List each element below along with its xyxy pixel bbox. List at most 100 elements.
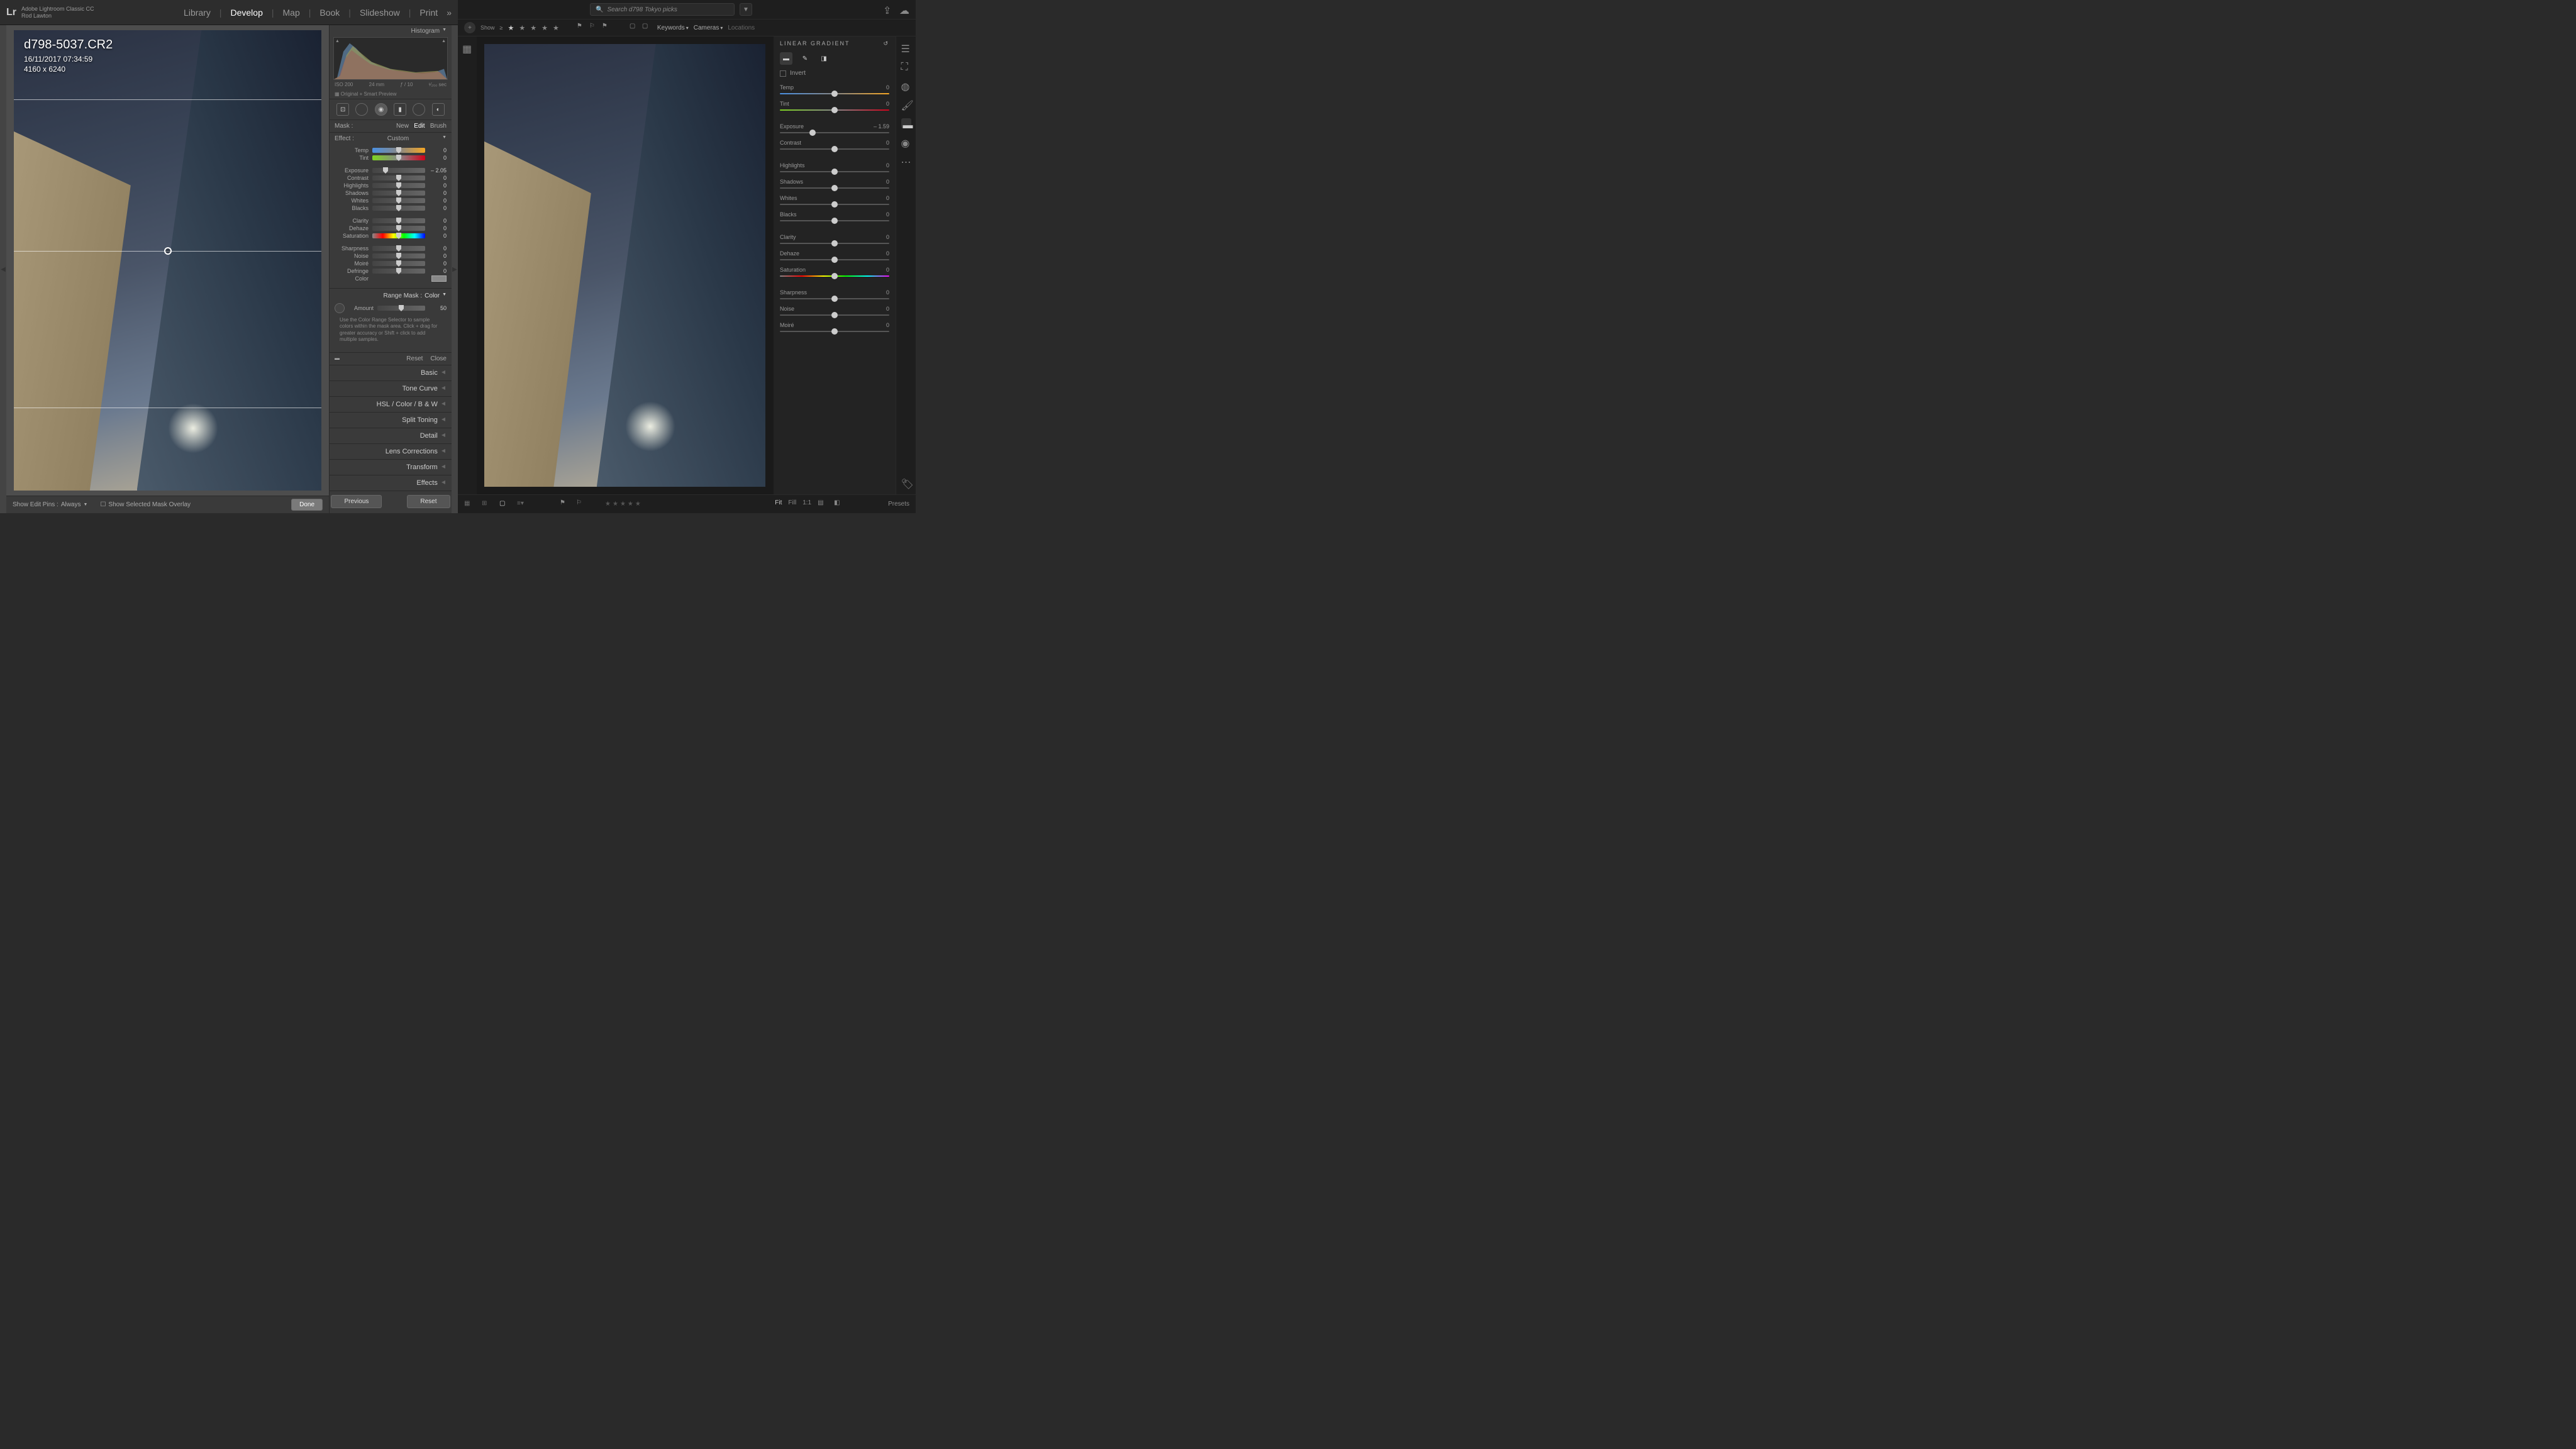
- blacks-value[interactable]: 0: [429, 205, 447, 211]
- sharpness-slider[interactable]: [372, 246, 425, 251]
- reject-footer-icon[interactable]: ⚐: [576, 499, 586, 509]
- temp-value[interactable]: 0: [886, 84, 889, 91]
- crop-icon[interactable]: ⛶: [901, 62, 911, 72]
- moire-slider[interactable]: [372, 261, 425, 266]
- image-area[interactable]: d798-5037.CR2 16/11/2017 07:34:59 4160 x…: [6, 25, 329, 496]
- module-print[interactable]: Print: [419, 8, 438, 18]
- amount-value[interactable]: 50: [429, 305, 447, 311]
- sharpness-value[interactable]: 0: [886, 289, 889, 296]
- module-map[interactable]: Map: [283, 8, 300, 18]
- section-effects[interactable]: Effects◀: [330, 475, 452, 491]
- rating-star-3[interactable]: ★: [620, 501, 626, 508]
- sharpness-value[interactable]: 0: [429, 245, 447, 252]
- flag-pick-icon[interactable]: ⚑: [577, 23, 587, 33]
- crop-tool[interactable]: ⊡: [336, 103, 349, 116]
- shadows-slider[interactable]: [372, 191, 425, 196]
- dropdown-icon[interactable]: ▼: [84, 502, 88, 507]
- reset-icon[interactable]: ↺: [883, 40, 889, 47]
- section-lens[interactable]: Lens Corrections◀: [330, 444, 452, 460]
- exposure-value[interactable]: – 1.59: [874, 123, 889, 130]
- dehaze-value[interactable]: 0: [886, 250, 889, 257]
- histogram-label[interactable]: Histogram: [411, 28, 440, 35]
- star-3[interactable]: ★: [530, 24, 536, 32]
- effect-disclosure-icon[interactable]: ▼: [442, 135, 447, 142]
- tint-slider[interactable]: [780, 109, 889, 111]
- star-1[interactable]: ★: [508, 24, 514, 32]
- highlights-slider[interactable]: [780, 171, 889, 172]
- rating-star-5[interactable]: ★: [635, 501, 641, 508]
- saturation-slider[interactable]: [372, 233, 425, 238]
- gradient-line-top[interactable]: [14, 99, 321, 100]
- amount-slider[interactable]: [377, 306, 425, 311]
- range-mask-dropdown-icon[interactable]: ▼: [442, 292, 447, 299]
- more-icon[interactable]: ⋯: [901, 156, 911, 166]
- dehaze-slider[interactable]: [780, 259, 889, 260]
- locations-filter[interactable]: Locations: [728, 25, 755, 31]
- rating-star-1[interactable]: ★: [605, 501, 611, 508]
- tag-icon[interactable]: 🏷: [901, 478, 911, 488]
- exposure-slider[interactable]: [780, 132, 889, 133]
- clip-black-icon[interactable]: ▲: [335, 39, 340, 43]
- clarity-slider[interactable]: [372, 218, 425, 223]
- dehaze-slider[interactable]: [372, 226, 425, 231]
- whites-slider[interactable]: [372, 198, 425, 203]
- whites-slider[interactable]: [780, 204, 889, 205]
- flag-footer-icon[interactable]: ⚑: [560, 499, 570, 509]
- saturation-value[interactable]: 0: [886, 267, 889, 273]
- heal-icon[interactable]: ◍: [901, 80, 911, 91]
- mask-brush[interactable]: Brush: [430, 123, 447, 130]
- contrast-slider[interactable]: [780, 148, 889, 150]
- compare-icon[interactable]: ◧: [834, 499, 844, 509]
- whites-value[interactable]: 0: [429, 197, 447, 204]
- zoom-1-1[interactable]: 1:1: [802, 499, 811, 509]
- flag-reject-icon[interactable]: ⚑: [602, 23, 612, 33]
- triangle-icon[interactable]: ▼: [442, 28, 447, 35]
- tint-value[interactable]: 0: [429, 155, 447, 161]
- highlights-value[interactable]: 0: [429, 182, 447, 189]
- module-book[interactable]: Book: [319, 8, 340, 18]
- brush-tool[interactable]: ◐: [432, 103, 445, 116]
- cameras-filter[interactable]: Cameras▾: [694, 25, 723, 31]
- close-button[interactable]: Close: [430, 355, 447, 362]
- filmstrip-icon[interactable]: ▤: [818, 499, 828, 509]
- flag-unflagged-icon[interactable]: ⚐: [589, 23, 599, 33]
- brush-tab[interactable]: ✎: [799, 52, 811, 65]
- module-slideshow[interactable]: Slideshow: [360, 8, 400, 18]
- show-op[interactable]: ≥: [500, 25, 503, 31]
- shadows-value[interactable]: 0: [886, 179, 889, 185]
- filter-button[interactable]: ▼: [740, 3, 752, 16]
- highlights-value[interactable]: 0: [886, 162, 889, 169]
- section-detail[interactable]: Detail◀: [330, 428, 452, 444]
- edit-icon[interactable]: ☰: [901, 43, 911, 53]
- zoom-fill[interactable]: Fill: [788, 499, 796, 509]
- section-hsl[interactable]: HSL / Color / B & W◀: [330, 397, 452, 413]
- add-photo-button[interactable]: +: [464, 22, 475, 33]
- panel-switch-icon[interactable]: ▬: [335, 355, 340, 362]
- contrast-value[interactable]: 0: [886, 140, 889, 146]
- invert-checkbox[interactable]: Invert: [780, 70, 889, 77]
- exposure-value[interactable]: – 2.05: [429, 167, 447, 174]
- module-library[interactable]: Library: [184, 8, 211, 18]
- mask-edit[interactable]: Edit: [414, 123, 425, 130]
- radial-gradient-icon[interactable]: ◉: [901, 137, 911, 147]
- done-button[interactable]: Done: [291, 499, 323, 511]
- previous-button[interactable]: Previous: [331, 495, 382, 508]
- rating-star-4[interactable]: ★: [628, 501, 633, 508]
- moire-value[interactable]: 0: [886, 322, 889, 328]
- section-basic[interactable]: Basic◀: [330, 365, 452, 381]
- moire-slider[interactable]: [780, 331, 889, 332]
- module-more-icon[interactable]: »: [447, 8, 452, 18]
- section-split-toning[interactable]: Split Toning◀: [330, 413, 452, 428]
- star-2[interactable]: ★: [519, 24, 525, 32]
- section-transform[interactable]: Transform◀: [330, 460, 452, 475]
- star-4[interactable]: ★: [541, 24, 548, 32]
- show-edit-pins-value[interactable]: Always: [61, 501, 81, 508]
- exposure-slider[interactable]: [372, 168, 425, 173]
- clarity-value[interactable]: 0: [886, 234, 889, 240]
- preview-mode-icon[interactable]: ▦: [335, 91, 340, 97]
- radial-tool[interactable]: [413, 103, 425, 116]
- contrast-value[interactable]: 0: [429, 175, 447, 181]
- defringe-value[interactable]: 0: [429, 268, 447, 274]
- right-panel-collapse[interactable]: ◀: [452, 25, 458, 513]
- brush-icon[interactable]: 🖌: [901, 99, 911, 109]
